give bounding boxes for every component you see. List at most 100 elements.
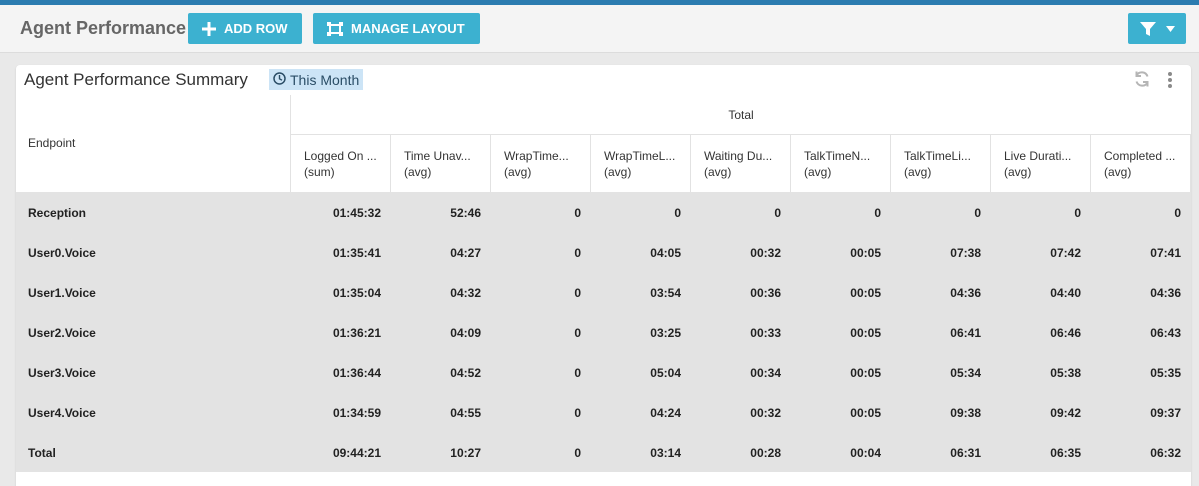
table-cell: 04:55 [450, 406, 481, 420]
column-header-aggregation: (avg) [904, 165, 932, 179]
column-header-aggregation: (sum) [304, 165, 335, 179]
column-header[interactable]: WrapTime... (avg) [491, 135, 591, 192]
table-cell: 0 [574, 206, 581, 220]
table-cell: 01:36:44 [332, 366, 381, 380]
table-cell: 0 [974, 206, 981, 220]
time-range-badge[interactable]: This Month [269, 69, 364, 90]
endpoint-cell: User0.Voice [28, 246, 96, 260]
column-header[interactable]: Logged On ... (sum) [291, 135, 391, 192]
table-row[interactable]: Reception 01:45:32 52:46 0 0 0 0 0 0 0 [16, 192, 1191, 232]
manage-layout-button[interactable]: MANAGE LAYOUT [313, 13, 480, 44]
table-cell: 06:46 [1050, 326, 1081, 340]
kebab-menu-icon[interactable] [1167, 72, 1173, 93]
table-cell: 0 [1074, 206, 1081, 220]
column-header-aggregation: (avg) [604, 165, 632, 179]
table-cell: 04:09 [450, 326, 481, 340]
table-cell: 05:34 [950, 366, 981, 380]
table-cell: 00:34 [750, 366, 781, 380]
endpoint-cell: Reception [28, 206, 87, 220]
column-header[interactable]: WrapTimeL... (avg) [591, 135, 691, 192]
table-row[interactable]: User2.Voice 01:36:21 04:09 0 03:25 00:33 00:05… [16, 312, 1191, 352]
table-cell: 06:31 [950, 446, 981, 460]
table-cell: 01:36:21 [332, 326, 381, 340]
table-cell: 04:36 [1150, 286, 1181, 300]
table-row[interactable]: User3.Voice 01:36:44 04:52 0 05:04 00:34 00:05… [16, 352, 1191, 392]
column-header[interactable]: Completed ... (avg) [1091, 135, 1191, 192]
endpoint-cell: User4.Voice [28, 406, 96, 420]
column-header-aggregation: (avg) [1004, 165, 1032, 179]
table-cell: 06:41 [950, 326, 981, 340]
column-header-aggregation: (avg) [404, 165, 432, 179]
column-header[interactable]: Live Durati... (avg) [991, 135, 1091, 192]
table-cell: 01:35:41 [332, 246, 381, 260]
clock-icon [273, 71, 286, 88]
table-cell: 09:42 [1050, 406, 1081, 420]
table-cell: 0 [574, 286, 581, 300]
table-cell: 0 [574, 406, 581, 420]
column-header[interactable]: Time Unav... (avg) [391, 135, 491, 192]
table-cell: 05:38 [1050, 366, 1081, 380]
column-header-label: Time Unav... [404, 149, 471, 163]
table-cell: 0 [874, 206, 881, 220]
add-row-button[interactable]: ADD ROW [188, 13, 302, 44]
table-cell: 05:35 [1150, 366, 1181, 380]
table-cell: 0 [674, 206, 681, 220]
table-cell: 0 [774, 206, 781, 220]
column-header[interactable]: TalkTimeLi... (avg) [891, 135, 991, 192]
table-cell: 04:36 [950, 286, 981, 300]
table-row[interactable]: User4.Voice 01:34:59 04:55 0 04:24 00:32 00:05… [16, 392, 1191, 432]
agent-performance-summary-panel: Agent Performance Summary This Month End… [16, 65, 1191, 486]
caret-down-icon [1165, 25, 1175, 32]
column-header-aggregation: (avg) [1104, 165, 1132, 179]
table-cell: 04:24 [650, 406, 681, 420]
table-row[interactable]: User1.Voice 01:35:04 04:32 0 03:54 00:36 00:05… [16, 272, 1191, 312]
table-cell: 07:38 [950, 246, 981, 260]
table-cell: 0 [574, 246, 581, 260]
table-cell: 00:36 [750, 286, 781, 300]
table-cell: 10:27 [450, 446, 481, 460]
total-group-header: Total [291, 95, 1191, 135]
column-header-label: Completed ... [1104, 149, 1176, 163]
table-cell: 06:32 [1150, 446, 1181, 460]
table-cell: 00:33 [750, 326, 781, 340]
table-cell: 00:04 [850, 446, 881, 460]
column-header-label: Logged On ... [304, 149, 377, 163]
table-cell: 00:32 [750, 406, 781, 420]
column-header-label: TalkTimeLi... [904, 149, 971, 163]
add-row-label: ADD ROW [224, 21, 288, 36]
column-header-label: Live Durati... [1004, 149, 1072, 163]
filter-icon [1139, 21, 1156, 37]
time-range-label: This Month [290, 71, 360, 88]
table-cell: 07:42 [1050, 246, 1081, 260]
table-cell: 05:04 [650, 366, 681, 380]
table-cell: 00:05 [850, 286, 881, 300]
table-row[interactable]: User0.Voice 01:35:41 04:27 0 04:05 00:32 00:05… [16, 232, 1191, 272]
table-cell: 00:05 [850, 246, 881, 260]
endpoint-cell: User3.Voice [28, 366, 96, 380]
column-header-label: WrapTime... [504, 149, 569, 163]
table-cell: 04:40 [1050, 286, 1081, 300]
column-header[interactable]: Waiting Du... (avg) [691, 135, 791, 192]
column-header-aggregation: (avg) [704, 165, 732, 179]
table-cell: 09:37 [1150, 406, 1181, 420]
table-cell: 00:05 [850, 326, 881, 340]
table-cell: 01:45:32 [332, 206, 381, 220]
table-cell: 04:32 [450, 286, 481, 300]
column-header-label: Waiting Du... [704, 149, 773, 163]
endpoint-column-header[interactable]: Endpoint [16, 95, 291, 192]
column-header-label: TalkTimeN... [804, 149, 871, 163]
total-row[interactable]: Total 09:44:21 10:27 0 03:14 00:28 00:04 06:31 0… [16, 432, 1191, 472]
table-cell: 0 [574, 326, 581, 340]
table-cell: 07:41 [1150, 246, 1181, 260]
table-cell: 01:35:04 [332, 286, 381, 300]
table-cell: 0 [1174, 206, 1181, 220]
filter-dropdown-button[interactable] [1128, 13, 1186, 44]
endpoint-cell: User2.Voice [28, 326, 96, 340]
table-cell: 00:32 [750, 246, 781, 260]
plus-icon [202, 21, 216, 36]
table-cell: 04:05 [650, 246, 681, 260]
column-header[interactable]: TalkTimeN... (avg) [791, 135, 891, 192]
refresh-icon[interactable] [1133, 70, 1151, 93]
table-cell: 09:38 [950, 406, 981, 420]
table-cell: 03:14 [650, 446, 681, 460]
